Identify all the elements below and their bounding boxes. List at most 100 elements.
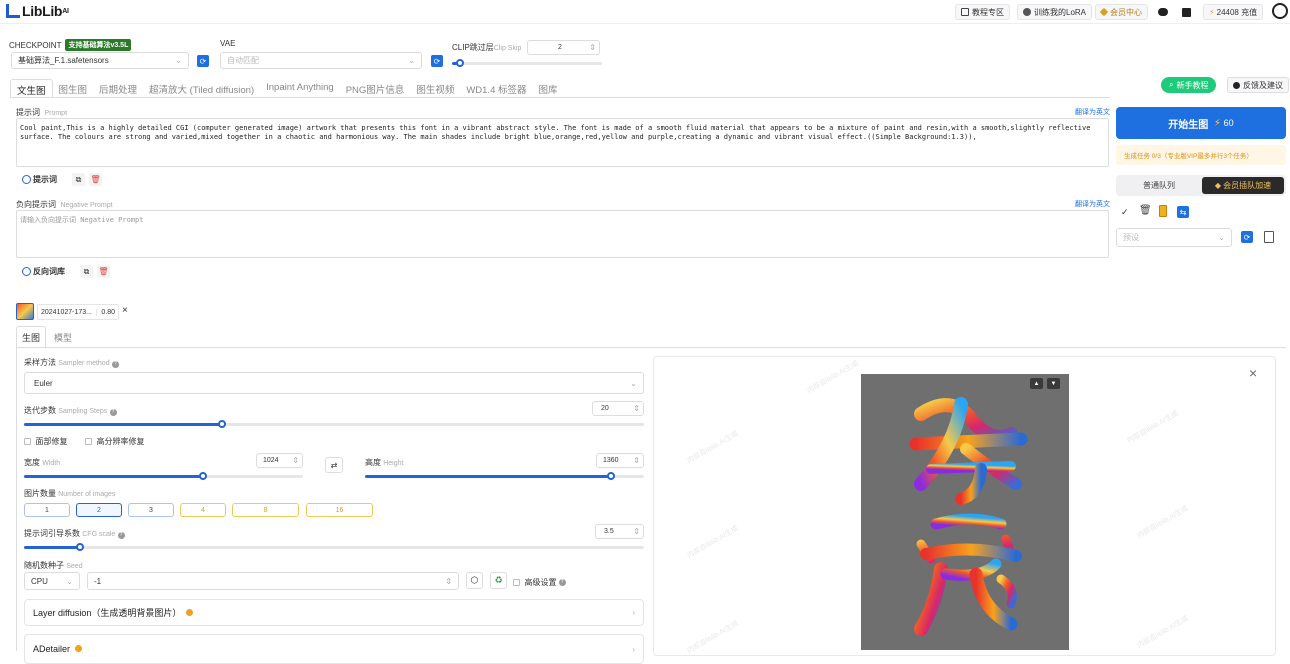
help-icon[interactable]: ? xyxy=(117,532,125,539)
batch-option-8[interactable]: 8 xyxy=(232,503,299,517)
cfg-label-row: 提示词引导系数 CFG scale ? xyxy=(24,528,125,539)
folder-icon[interactable] xyxy=(1178,4,1194,20)
width-slider[interactable] xyxy=(24,472,303,480)
subtab-model[interactable]: 模型 xyxy=(54,331,72,344)
cfg-input[interactable]: 3.5 ⇕ xyxy=(595,524,644,539)
lora-chip[interactable]: 20241027-173... 0.80 xyxy=(37,304,119,320)
height-input[interactable]: 1360 ⇕ xyxy=(596,453,644,468)
tab-gallery[interactable]: 图库 xyxy=(533,79,564,98)
vip-center-button[interactable]: 会员中心 xyxy=(1095,4,1148,20)
swap-dimensions-icon[interactable]: ⇄ xyxy=(325,457,343,473)
checkbox-icon[interactable] xyxy=(85,438,92,445)
vae-select[interactable]: 自动匹配 ⌄ xyxy=(220,52,422,69)
copy-icon[interactable]: ⧉ xyxy=(72,173,85,186)
help-icon[interactable]: ? xyxy=(109,409,117,416)
trash-icon[interactable]: 🗑 xyxy=(89,173,102,186)
preset-select[interactable]: 预设 ⌄ xyxy=(1116,228,1232,247)
negative-textarea[interactable]: 请输入负向提示词 Negative Prompt xyxy=(16,210,1109,258)
batch-option-3[interactable]: 3 xyxy=(128,503,174,517)
avatar[interactable] xyxy=(1272,3,1288,19)
trash-icon[interactable]: 🗑 xyxy=(97,265,110,278)
slider-thumb[interactable] xyxy=(455,59,464,67)
adetailer-accordion[interactable]: ADetailer › xyxy=(24,634,644,664)
height-slider[interactable] xyxy=(365,472,644,480)
face-restore-checkbox[interactable]: 面部修复 xyxy=(24,436,67,447)
normal-queue-button[interactable]: 普通队列 xyxy=(1118,177,1200,194)
message-icon[interactable] xyxy=(1155,4,1171,20)
slider-thumb[interactable] xyxy=(218,420,227,428)
copy-icon[interactable]: ⧉ xyxy=(80,265,93,278)
slider-thumb[interactable] xyxy=(606,472,615,480)
steps-input[interactable]: 20 ⇕ xyxy=(592,401,644,416)
tab-inpaint-anything[interactable]: Inpaint Anything xyxy=(260,79,340,98)
clip-skip-input[interactable]: 2 ⇕ xyxy=(527,40,600,55)
recycle-icon[interactable]: ♻ xyxy=(490,572,507,589)
subtab-generate[interactable]: 生图 xyxy=(16,326,46,347)
lora-thumbnail[interactable] xyxy=(16,303,34,320)
clip-skip-slider[interactable] xyxy=(452,59,602,67)
close-preview-icon[interactable]: × xyxy=(1249,365,1257,381)
slider-thumb[interactable] xyxy=(75,543,84,551)
tab-wd14-tagger[interactable]: WD1.4 标签器 xyxy=(460,79,532,98)
check-icon[interactable]: ✓ xyxy=(1121,207,1129,218)
thumbs-up-icon[interactable]: ▲ xyxy=(1030,378,1043,389)
help-icon[interactable]: ? xyxy=(111,361,119,368)
stepper-icon[interactable]: ⇕ xyxy=(633,456,640,465)
dice-icon[interactable]: ⬡ xyxy=(466,572,483,589)
width-input[interactable]: 1024 ⇕ xyxy=(256,453,303,468)
stepper-icon[interactable]: ⇕ xyxy=(445,577,452,586)
batch-option-16[interactable]: 16 xyxy=(306,503,373,517)
refresh-checkpoint-icon[interactable]: ⟳ xyxy=(197,55,209,67)
seed-input[interactable]: -1 ⇕ xyxy=(87,572,459,590)
thumbs-down-icon[interactable]: ▼ xyxy=(1047,378,1060,389)
tutorial-zone-button[interactable]: 教程专区 xyxy=(955,4,1010,20)
tab-img2img[interactable]: 图生图 xyxy=(53,79,94,98)
help-icon[interactable]: ? xyxy=(558,579,566,586)
negative-library-button[interactable]: 反向词库 xyxy=(22,266,65,277)
prompt-library-button[interactable]: 提示词 xyxy=(22,174,57,185)
translate-prompt-link[interactable]: 翻译为英文 xyxy=(1075,107,1110,117)
batch-option-4[interactable]: 4 xyxy=(180,503,226,517)
steps-slider[interactable] xyxy=(24,420,644,428)
vip-queue-button[interactable]: ◆ 会员插队加速 xyxy=(1202,177,1284,194)
stepper-icon[interactable]: ⇕ xyxy=(633,527,640,536)
checkbox-icon[interactable] xyxy=(513,579,520,586)
slider-thumb[interactable] xyxy=(198,472,207,480)
checkbox-icon[interactable] xyxy=(24,438,31,445)
generate-button[interactable]: 开始生图 ⚡ 60 xyxy=(1116,107,1286,139)
train-lora-button[interactable]: 训练我的LoRA xyxy=(1017,4,1093,20)
checkpoint-select[interactable]: 基础算法_F.1.safetensors ⌄ xyxy=(11,52,189,69)
clipboard-icon[interactable] xyxy=(1159,205,1167,217)
tab-postprocess[interactable]: 后期处理 xyxy=(93,79,143,98)
new-user-tutorial-button[interactable]: ⌕ 新手教程 xyxy=(1161,77,1217,93)
refresh-vae-icon[interactable]: ⟳ xyxy=(431,55,443,67)
close-icon[interactable]: × xyxy=(122,305,128,316)
refresh-preset-icon[interactable]: ⟳ xyxy=(1241,231,1253,243)
lora-weight[interactable]: 0.80 xyxy=(96,308,115,316)
stepper-icon[interactable]: ⇕ xyxy=(292,456,299,465)
tab-txt2img[interactable]: 文生图 xyxy=(10,79,53,98)
save-icon[interactable]: ⇆ xyxy=(1177,206,1189,218)
cfg-slider[interactable] xyxy=(24,543,644,551)
prompt-textarea[interactable]: Cool paint,This is a highly detailed CGI… xyxy=(16,118,1109,167)
layer-diffusion-accordion[interactable]: Layer diffusion（生成透明背景图片） › xyxy=(24,599,644,626)
batch-option-2[interactable]: 2 xyxy=(76,503,122,517)
tab-tiled-diffusion[interactable]: 超清放大 (Tiled diffusion) xyxy=(143,79,260,98)
tab-img2video[interactable]: 图生视频 xyxy=(410,79,460,98)
batch-option-1[interactable]: 1 xyxy=(24,503,70,517)
credits-button[interactable]: ⚡ 24408 充值 xyxy=(1203,4,1264,20)
tab-png-info[interactable]: PNG图片信息 xyxy=(340,79,411,98)
edit-icon[interactable] xyxy=(1264,231,1274,243)
hires-fix-checkbox[interactable]: 高分辨率修复 xyxy=(85,436,144,447)
trash-icon[interactable]: 🗑 xyxy=(1139,205,1152,216)
liblib-logo[interactable]: LibLib AI xyxy=(6,3,69,19)
stepper-icon[interactable]: ⇕ xyxy=(589,43,596,52)
seed-sub: Seed xyxy=(66,563,83,570)
sampler-select[interactable]: Euler ⌄ xyxy=(24,372,644,394)
translate-negative-link[interactable]: 翻译为英文 xyxy=(1075,199,1110,209)
feedback-button[interactable]: 反馈及建议 xyxy=(1227,77,1289,93)
seed-device-select[interactable]: CPU ⌄ xyxy=(24,572,80,590)
stepper-icon[interactable]: ⇕ xyxy=(633,404,640,413)
advanced-settings-checkbox[interactable]: 高级设置 ? xyxy=(513,577,566,588)
generated-image[interactable] xyxy=(861,374,1069,650)
